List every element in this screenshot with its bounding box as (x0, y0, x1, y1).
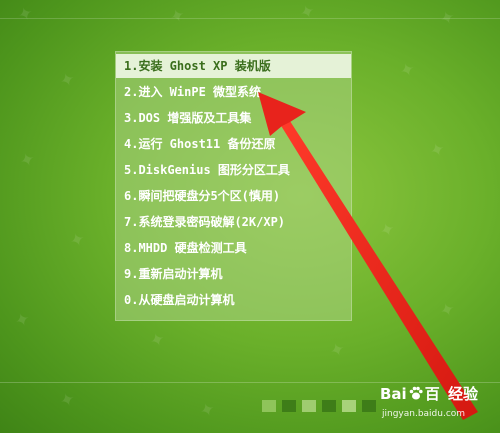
block (282, 400, 296, 412)
block (362, 400, 376, 412)
baidu-logo: Bai 百 (380, 383, 440, 404)
menu-item-boot-harddisk[interactable]: 0.从硬盘启动计算机 (116, 288, 351, 312)
menu-item-password-crack[interactable]: 7.系统登录密码破解(2K/XP) (116, 210, 351, 234)
menu-item-dos-tools[interactable]: 3.DOS 增强版及工具集 (116, 106, 351, 130)
menu-item-diskgenius[interactable]: 5.DiskGenius 图形分区工具 (116, 158, 351, 182)
menu-item-restart[interactable]: 9.重新启动计算机 (116, 262, 351, 286)
block (262, 400, 276, 412)
menu-item-mhdd[interactable]: 8.MHDD 硬盘检测工具 (116, 236, 351, 260)
boot-menu-panel: 1.安装 Ghost XP 装机版 2.进入 WinPE 微型系统 3.DOS … (115, 51, 352, 321)
menu-item-partition-5[interactable]: 6.瞬间把硬盘分5个区(慎用) (116, 184, 351, 208)
baidu-paw-icon (409, 386, 423, 400)
brand-left: Bai (380, 385, 407, 403)
block (302, 400, 316, 412)
menu-item-install-ghost-xp[interactable]: 1.安装 Ghost XP 装机版 (116, 54, 351, 78)
top-divider (0, 18, 500, 19)
jingyan-label: 经验 (448, 385, 479, 403)
menu-item-winpe[interactable]: 2.进入 WinPE 微型系统 (116, 80, 351, 104)
menu-item-ghost11[interactable]: 4.运行 Ghost11 备份还原 (116, 132, 351, 156)
block (322, 400, 336, 412)
block (342, 400, 356, 412)
brand-right: 百 (424, 385, 440, 403)
watermark-url: jingyan.baidu.com (382, 409, 466, 419)
